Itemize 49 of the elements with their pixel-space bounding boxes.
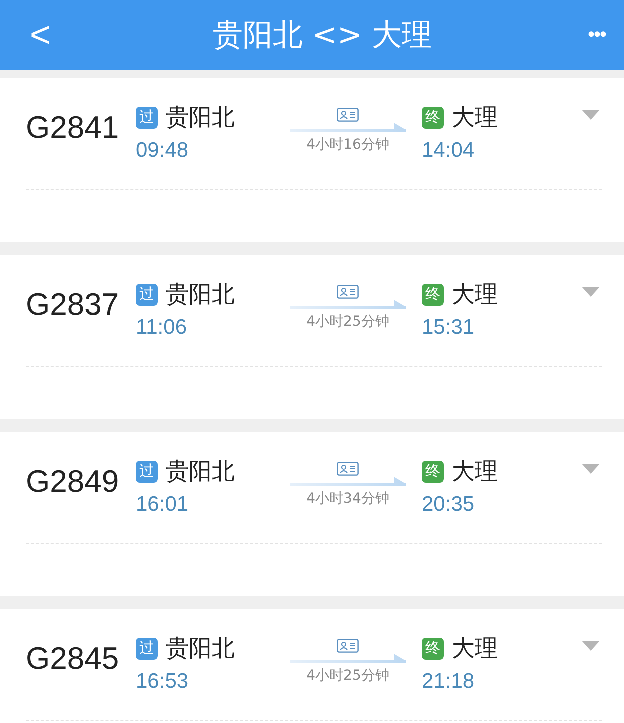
arrow-icon <box>290 123 406 133</box>
time-text: 21:18 <box>422 670 475 694</box>
arrow-icon <box>290 654 406 664</box>
time-text: 11:06 <box>136 316 187 340</box>
station-name: 大理 <box>452 104 498 133</box>
caret-icon[interactable] <box>582 287 600 297</box>
train-number: G2837 <box>26 287 120 323</box>
terminal-badge: 终 <box>422 284 444 306</box>
duration-text: 4小时16分钟 <box>306 136 390 154</box>
time-text: 15:31 <box>422 316 475 340</box>
train-number: G2849 <box>26 464 120 500</box>
caret-icon[interactable] <box>582 110 600 120</box>
station-name: 贵阳北 <box>166 635 235 664</box>
time-text: 20:35 <box>422 493 475 517</box>
pass-badge: 过 <box>136 106 158 128</box>
arrow-icon <box>290 300 406 310</box>
terminal-badge: 终 <box>422 460 444 482</box>
id-card-icon <box>337 639 359 653</box>
train-number: G2845 <box>26 641 120 677</box>
train-card[interactable]: G2845 过 贵阳北 16:53 4小时25分钟 终 大理 21:18 <box>0 609 624 723</box>
station-name: 大理 <box>452 635 498 664</box>
station-name: 贵阳北 <box>166 458 235 487</box>
id-card-icon <box>337 108 359 122</box>
time-text: 16:01 <box>136 493 189 517</box>
time-text: 09:48 <box>136 139 189 163</box>
station-name: 贵阳北 <box>166 281 235 310</box>
train-card[interactable]: G2849 过 贵阳北 16:01 4小时34分钟 终 大理 20:35 <box>0 432 624 596</box>
pass-badge: 过 <box>136 460 158 482</box>
pass-badge: 过 <box>136 638 158 660</box>
terminal-badge: 终 <box>422 106 444 128</box>
time-text: 16:53 <box>136 670 189 694</box>
train-card[interactable]: G2841 过 贵阳北 09:48 4小时16分钟 终 大理 14:04 <box>0 78 624 242</box>
time-text: 14:04 <box>422 139 475 163</box>
duration-text: 4小时25分钟 <box>306 313 390 331</box>
id-card-icon <box>337 285 359 299</box>
station-name: 贵阳北 <box>166 104 235 133</box>
caret-icon[interactable] <box>582 641 600 651</box>
pass-badge: 过 <box>136 284 158 306</box>
duration-text: 4小时25分钟 <box>306 667 390 685</box>
caret-icon[interactable] <box>582 464 600 474</box>
train-number: G2841 <box>26 110 120 146</box>
page-title: 贵阳北 <> 大理 <box>212 16 432 54</box>
station-name: 大理 <box>452 458 498 487</box>
id-card-icon <box>337 462 359 476</box>
station-name: 大理 <box>452 281 498 310</box>
train-card[interactable]: G2837 过 贵阳北 11:06 4小时25分钟 终 大理 15:31 <box>0 255 624 419</box>
arrow-icon <box>290 477 406 487</box>
duration-text: 4小时34分钟 <box>306 490 390 508</box>
terminal-badge: 终 <box>422 638 444 660</box>
